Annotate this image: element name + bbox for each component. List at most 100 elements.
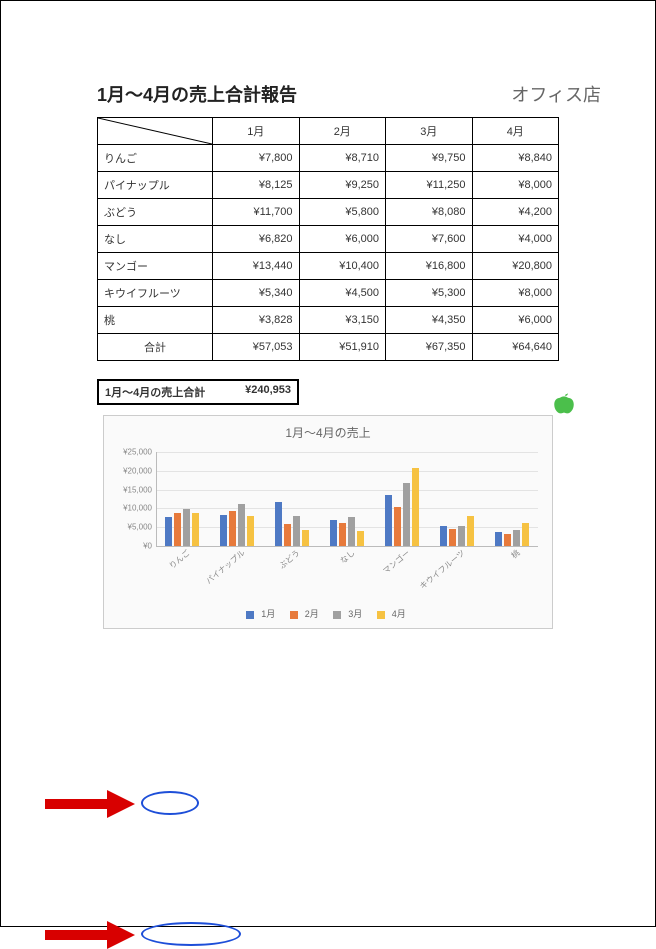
ytick-label: ¥0	[108, 542, 152, 551]
cell: ¥3,828	[213, 307, 300, 334]
table-row: ぶどう ¥11,700 ¥5,800 ¥8,080 ¥4,200	[98, 199, 559, 226]
cell: ¥8,000	[472, 280, 559, 307]
row-name: マンゴー	[98, 253, 213, 280]
legend-item: 1月	[246, 609, 279, 619]
bar	[348, 517, 355, 546]
table-row: りんご ¥7,800 ¥8,710 ¥9,750 ¥8,840	[98, 145, 559, 172]
row-name: パイナップル	[98, 172, 213, 199]
bar	[513, 530, 520, 546]
cell: ¥16,800	[386, 253, 473, 280]
cell: ¥10,400	[299, 253, 386, 280]
highlight-circle	[141, 791, 199, 815]
cell: ¥3,150	[299, 307, 386, 334]
chart-plot-area: りんごパイナップルぶどうなしマンゴーキウイフルーツ桃	[156, 452, 538, 547]
bar	[293, 516, 300, 546]
bar	[357, 531, 364, 546]
xtick-label: マンゴー	[381, 548, 413, 577]
xtick-label: なし	[338, 548, 357, 567]
cell: ¥5,800	[299, 199, 386, 226]
bar	[394, 507, 401, 546]
col-header: 2月	[299, 118, 386, 145]
ytick-label: ¥5,000	[108, 523, 152, 532]
ytick-label: ¥20,000	[108, 466, 152, 475]
table-header-row: 1月 2月 3月 4月	[98, 118, 559, 145]
chart-bar-groups: りんごパイナップルぶどうなしマンゴーキウイフルーツ桃	[157, 452, 538, 546]
row-name: 桃	[98, 307, 213, 334]
ytick-label: ¥25,000	[108, 448, 152, 457]
arrow-icon	[45, 922, 139, 946]
bar	[174, 513, 181, 546]
bar	[440, 526, 447, 546]
table-row: キウイフルーツ ¥5,340 ¥4,500 ¥5,300 ¥8,000	[98, 280, 559, 307]
col-header: 1月	[213, 118, 300, 145]
row-name: ぶどう	[98, 199, 213, 226]
legend-label: 3月	[348, 609, 362, 619]
row-name: なし	[98, 226, 213, 253]
bar	[220, 515, 227, 546]
cell: ¥4,000	[472, 226, 559, 253]
apple-icon	[551, 389, 577, 415]
col-header: 4月	[472, 118, 559, 145]
legend-label: 2月	[305, 609, 319, 619]
total-cell: ¥64,640	[472, 334, 559, 361]
document-page: 1月～4月の売上合計報告 オフィス店 1月 2月 3月 4月 りんご ¥7,80…	[0, 0, 656, 927]
bar	[330, 520, 337, 546]
cell: ¥7,600	[386, 226, 473, 253]
cell: ¥11,700	[213, 199, 300, 226]
table-body: りんご ¥7,800 ¥8,710 ¥9,750 ¥8,840 パイナップル ¥…	[98, 145, 559, 361]
cell: ¥8,710	[299, 145, 386, 172]
cell: ¥4,500	[299, 280, 386, 307]
chart-legend: 1月 2月 3月 4月	[104, 607, 552, 620]
legend-item: 3月	[333, 609, 366, 619]
bar	[165, 517, 172, 546]
legend-item: 4月	[377, 609, 410, 619]
legend-item: 2月	[290, 609, 323, 619]
report-title: 1月～4月の売上合計報告	[97, 81, 297, 107]
total-cell: ¥57,053	[213, 334, 300, 361]
bar	[192, 513, 199, 546]
sales-table: 1月 2月 3月 4月 りんご ¥7,800 ¥8,710 ¥9,750 ¥8,…	[97, 117, 559, 361]
col-header: 3月	[386, 118, 473, 145]
cell: ¥13,440	[213, 253, 300, 280]
cell: ¥5,300	[386, 280, 473, 307]
legend-label: 4月	[392, 609, 406, 619]
bar	[522, 523, 529, 546]
shop-name: オフィス店	[511, 81, 601, 107]
cell: ¥7,800	[213, 145, 300, 172]
bar	[247, 516, 254, 546]
cell: ¥4,350	[386, 307, 473, 334]
legend-label: 1月	[261, 609, 275, 619]
xtick-label: ぶどう	[277, 548, 302, 572]
header-blank-diagonal	[98, 118, 213, 145]
bar	[339, 523, 346, 546]
row-name: りんご	[98, 145, 213, 172]
arrow-icon	[45, 791, 139, 815]
cell: ¥6,000	[472, 307, 559, 334]
total-cell: ¥67,350	[386, 334, 473, 361]
bar	[458, 526, 465, 546]
ytick-label: ¥15,000	[108, 485, 152, 494]
bar	[412, 468, 419, 546]
table-row: パイナップル ¥8,125 ¥9,250 ¥11,250 ¥8,000	[98, 172, 559, 199]
bar	[183, 509, 190, 546]
bar	[467, 516, 474, 546]
bar	[449, 529, 456, 546]
sales-chart: 1月～4月の売上 ¥0¥5,000¥10,000¥15,000¥20,000¥2…	[103, 415, 553, 629]
bar	[238, 504, 245, 546]
total-cell: ¥51,910	[299, 334, 386, 361]
bar	[385, 495, 392, 546]
grand-total-label: 1月～4月の売上合計	[105, 384, 245, 400]
bar	[302, 530, 309, 546]
cell: ¥20,800	[472, 253, 559, 280]
cell: ¥8,840	[472, 145, 559, 172]
cell: ¥8,080	[386, 199, 473, 226]
grand-total-box: 1月～4月の売上合計 ¥240,953	[97, 379, 299, 405]
cell: ¥11,250	[386, 172, 473, 199]
highlight-circle	[141, 922, 241, 946]
xtick-label: パイナップル	[204, 548, 248, 587]
xtick-label: 桃	[509, 548, 522, 562]
bar	[504, 534, 511, 546]
cell: ¥9,250	[299, 172, 386, 199]
cell: ¥6,820	[213, 226, 300, 253]
grand-total-value: ¥240,953	[245, 384, 291, 400]
